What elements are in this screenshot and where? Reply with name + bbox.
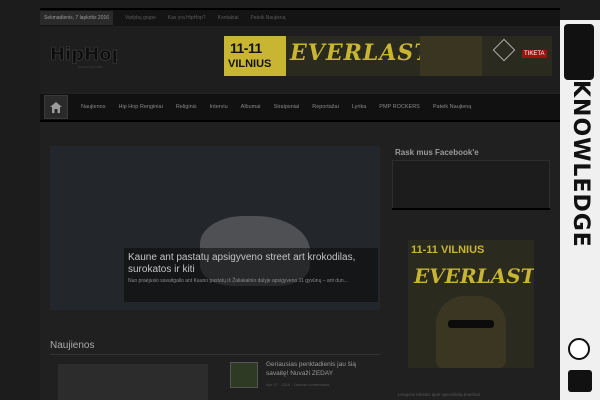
logo-text: HipHop bbox=[50, 44, 118, 65]
knowledge-word: KNOWLEDGE bbox=[568, 80, 593, 248]
nav-item-reportazai[interactable]: Reportažai bbox=[312, 104, 339, 110]
banner-portrait bbox=[420, 36, 482, 76]
sidebar-ad-date: 11-11 VILNIUS bbox=[411, 244, 485, 256]
facebook-widget[interactable] bbox=[392, 160, 550, 210]
knowledge-side-banner[interactable]: KNOWLEDGE bbox=[560, 20, 600, 400]
top-link-2[interactable]: Kas yra HipHop? bbox=[168, 15, 206, 21]
nav-item-interviu[interactable]: Interviu bbox=[210, 104, 228, 110]
nav-item-pmp-rockers[interactable]: PMP ROCKERS bbox=[379, 104, 420, 110]
sidebar-banner-ad[interactable]: 11-11 VILNIUS EVERLAST bbox=[408, 240, 534, 368]
nav-item-naujienos[interactable]: Naujienos bbox=[81, 104, 105, 110]
hero-title[interactable]: Kaune ant pastatų apsigyveno street art … bbox=[128, 252, 378, 276]
news-section-title: Naujienos bbox=[50, 340, 95, 351]
banner-city: VILNIUS bbox=[228, 58, 272, 70]
news-thumbnail[interactable] bbox=[230, 362, 258, 388]
sidebar-link[interactable]: Lengvas tekstas apie specialistą Everlas… bbox=[398, 392, 480, 397]
site-logo[interactable]: HipHop GIMUSI GATVĖJE bbox=[48, 38, 125, 72]
top-date: Sekmadienis, 7 lapkritis 2016 bbox=[40, 11, 114, 25]
nav-item-renginiai[interactable]: Hip Hop Renginiai bbox=[118, 104, 162, 110]
top-bar: Sekmadienis, 7 lapkritis 2016 Vadybų gru… bbox=[40, 8, 560, 26]
hero-caption[interactable]: Kaune ant pastatų apsigyveno street art … bbox=[124, 248, 378, 302]
microphone-icon bbox=[568, 338, 590, 360]
nav-item-lyrika[interactable]: Lyrika bbox=[352, 104, 366, 110]
banner-date-block: 11-11 VILNIUS bbox=[224, 36, 286, 76]
nav-item-albumai[interactable]: Albumai bbox=[241, 104, 261, 110]
nav-item-religinis[interactable]: Religinis bbox=[176, 104, 197, 110]
news-divider bbox=[50, 354, 380, 355]
banner-ticket-logo: TIKETA bbox=[522, 50, 547, 58]
nav-item-straipsniai[interactable]: Straipsniai bbox=[274, 104, 300, 110]
banner-badge-icon bbox=[492, 38, 516, 62]
sidebar-divider bbox=[392, 208, 550, 210]
sunglasses-icon bbox=[448, 320, 494, 328]
hero-excerpt: Nuo praėjusio savaitgalio ant Kauno past… bbox=[128, 278, 348, 284]
top-link-4[interactable]: Pateik Naujieną bbox=[250, 15, 285, 21]
logo-subtitle: GIMUSI GATVĖJE bbox=[78, 64, 103, 69]
sidebar-ad-brand: EVERLAST bbox=[414, 264, 534, 288]
news-featured-image[interactable] bbox=[58, 364, 208, 400]
facebook-widget-title: Rask mus Facebook'e bbox=[395, 148, 479, 157]
news-item-meta: Apr 07 · 2016 · Laisvas komentaras bbox=[266, 382, 330, 387]
top-link-3[interactable]: Kontaktai bbox=[218, 15, 239, 21]
banner-date: 11-11 bbox=[230, 40, 262, 56]
sidebar-ad-portrait bbox=[436, 296, 506, 368]
banner-brand: EVERLAST bbox=[290, 40, 432, 66]
home-icon bbox=[50, 101, 62, 113]
vinyl-icon bbox=[568, 370, 592, 392]
top-link-1[interactable]: Vadybų grupė bbox=[125, 15, 156, 21]
home-button[interactable] bbox=[44, 95, 68, 119]
news-item-title[interactable]: Geriausias penktadienis jau šią savaitę!… bbox=[266, 360, 376, 378]
nav-item-pateik-naujiena[interactable]: Pateik Naujieną bbox=[433, 104, 472, 110]
header-banner-ad[interactable]: 11-11 VILNIUS EVERLAST TIKETA bbox=[224, 36, 552, 76]
fist-icon bbox=[564, 24, 594, 80]
main-nav: Naujienos Hip Hop Renginiai Religinis In… bbox=[40, 94, 560, 122]
